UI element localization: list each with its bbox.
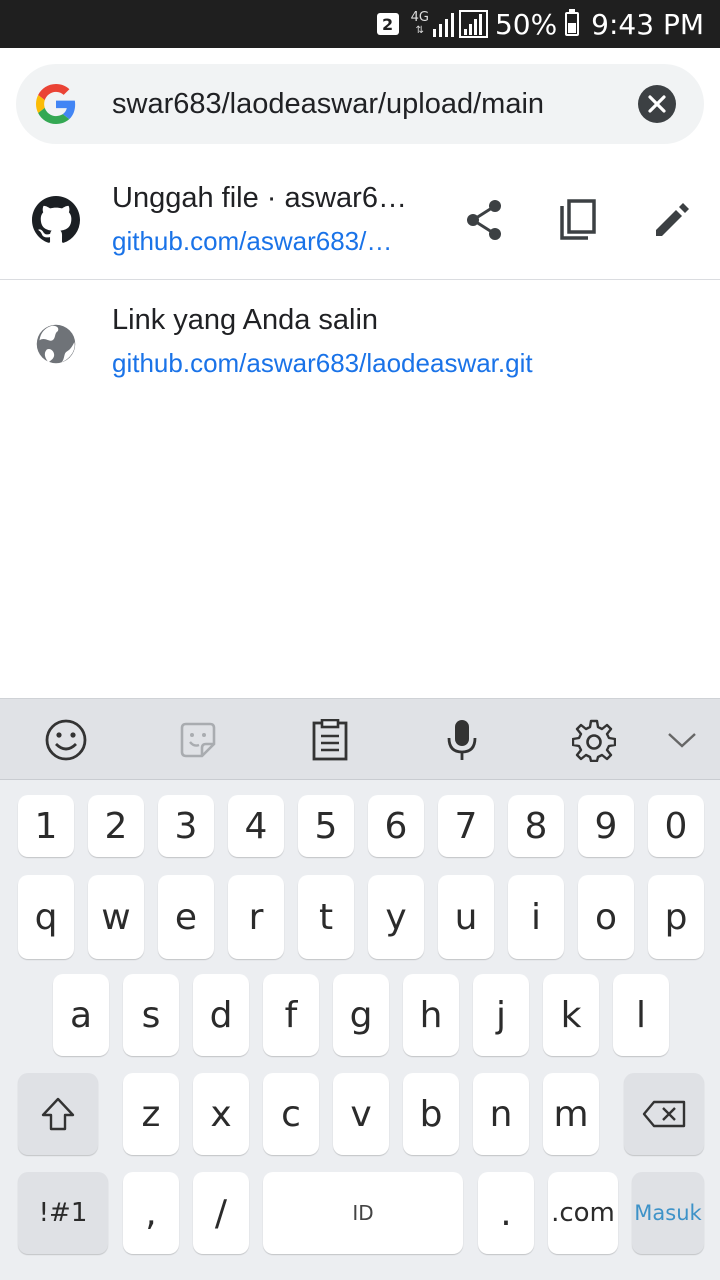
backspace-icon <box>642 1100 686 1128</box>
address-bar[interactable]: swar683/laodeaswar/upload/main <box>16 64 704 144</box>
microphone-icon <box>447 720 477 760</box>
key-z[interactable]: z <box>123 1073 179 1155</box>
google-g-icon <box>36 84 76 124</box>
key-i[interactable]: i <box>508 875 564 959</box>
share-icon <box>467 200 501 240</box>
key-n[interactable]: n <box>473 1073 529 1155</box>
shift-key[interactable] <box>18 1073 98 1155</box>
hide-keyboard-button[interactable] <box>659 717 705 763</box>
key-3[interactable]: 3 <box>158 795 214 857</box>
suggestion-url: github.com/aswar683/laodeaswar.git <box>112 348 533 378</box>
shift-icon <box>41 1097 75 1131</box>
suggestion-title: Unggah file · aswar6… <box>112 182 407 214</box>
key-1[interactable]: 1 <box>18 795 74 857</box>
sticker-button[interactable] <box>175 717 221 763</box>
key-l[interactable]: l <box>613 974 669 1056</box>
key-o[interactable]: o <box>578 875 634 959</box>
key-5[interactable]: 5 <box>298 795 354 857</box>
suggestion-copied-link[interactable]: Link yang Anda salin github.com/aswar683… <box>0 282 720 402</box>
url-text[interactable]: swar683/laodeaswar/upload/main <box>112 64 612 144</box>
settings-icon <box>572 719 616 762</box>
keyboard-toolbar <box>0 698 720 780</box>
key-p[interactable]: p <box>648 875 704 959</box>
voice-input-button[interactable] <box>439 717 485 763</box>
emoji-icon <box>45 719 87 761</box>
suggestion-actions <box>414 196 696 244</box>
key-b[interactable]: b <box>403 1073 459 1155</box>
key-e[interactable]: e <box>158 875 214 959</box>
key-s[interactable]: s <box>123 974 179 1056</box>
key-q[interactable]: q <box>18 875 74 959</box>
chevron-down-icon <box>668 733 696 748</box>
status-bar: 2 4G ⇅ 50% 9:43 PM <box>0 0 720 48</box>
key-h[interactable]: h <box>403 974 459 1056</box>
key-0[interactable]: 0 <box>648 795 704 857</box>
battery-percent: 50% <box>494 7 558 41</box>
symbols-key[interactable]: !#1 <box>18 1172 108 1254</box>
signal-icon <box>432 10 488 38</box>
copy-button[interactable] <box>554 196 602 244</box>
soft-keyboard: 1 2 3 4 5 6 7 8 9 0 q w e r t y u i o p … <box>0 698 720 1280</box>
battery-icon <box>565 9 580 36</box>
key-d[interactable]: d <box>193 974 249 1056</box>
key-6[interactable]: 6 <box>368 795 424 857</box>
clear-button[interactable] <box>638 85 676 123</box>
key-x[interactable]: x <box>193 1073 249 1155</box>
comma-key[interactable]: , <box>123 1172 179 1254</box>
sim-badge: 2 <box>376 13 399 35</box>
key-t[interactable]: t <box>298 875 354 959</box>
key-m[interactable]: m <box>543 1073 599 1155</box>
globe-icon <box>36 324 76 364</box>
key-v[interactable]: v <box>333 1073 389 1155</box>
key-f[interactable]: f <box>263 974 319 1056</box>
period-key[interactable]: . <box>478 1172 534 1254</box>
edit-icon <box>656 203 689 236</box>
share-button[interactable] <box>460 196 508 244</box>
edit-button[interactable] <box>648 196 696 244</box>
key-w[interactable]: w <box>88 875 144 959</box>
enter-key[interactable]: Masuk <box>632 1172 704 1254</box>
sticker-icon <box>180 722 216 758</box>
key-a[interactable]: a <box>53 974 109 1056</box>
dotcom-key[interactable]: .com <box>548 1172 618 1254</box>
suggestion-title: Link yang Anda salin <box>112 304 379 336</box>
space-key[interactable]: ID <box>263 1172 463 1254</box>
key-c[interactable]: c <box>263 1073 319 1155</box>
slash-key[interactable]: / <box>193 1172 249 1254</box>
clipboard-button[interactable] <box>307 717 353 763</box>
key-8[interactable]: 8 <box>508 795 564 857</box>
suggestion-github-page[interactable]: Unggah file · aswar6… github.com/aswar68… <box>0 160 720 280</box>
suggestion-url: github.com/aswar683/… <box>112 226 393 256</box>
key-k[interactable]: k <box>543 974 599 1056</box>
clipboard-icon <box>312 719 348 761</box>
key-r[interactable]: r <box>228 875 284 959</box>
key-y[interactable]: y <box>368 875 424 959</box>
key-4[interactable]: 4 <box>228 795 284 857</box>
emoji-button[interactable] <box>43 717 89 763</box>
network-type: 4G <box>410 10 429 25</box>
clock: 9:43 PM <box>591 7 704 41</box>
close-icon <box>648 95 666 113</box>
key-7[interactable]: 7 <box>438 795 494 857</box>
network-indicator: 4G ⇅ <box>410 10 429 36</box>
github-icon <box>32 196 80 243</box>
key-g[interactable]: g <box>333 974 389 1056</box>
key-j[interactable]: j <box>473 974 529 1056</box>
copy-icon <box>560 199 596 240</box>
key-2[interactable]: 2 <box>88 795 144 857</box>
key-9[interactable]: 9 <box>578 795 634 857</box>
backspace-key[interactable] <box>624 1073 704 1155</box>
keyboard-settings-button[interactable] <box>571 717 617 763</box>
key-u[interactable]: u <box>438 875 494 959</box>
